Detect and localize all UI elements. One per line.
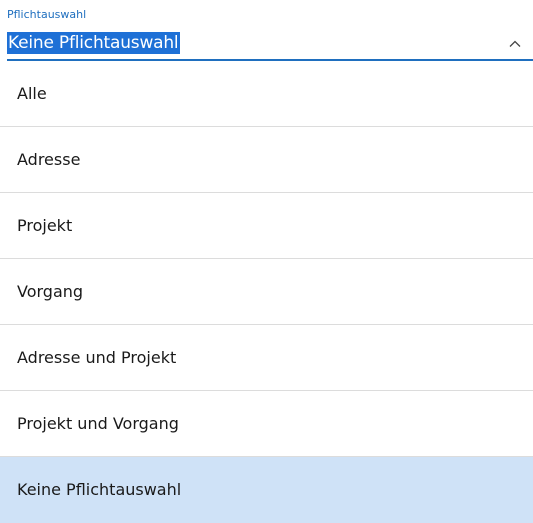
pflichtauswahl-dropdown[interactable]: Pflichtauswahl Keine Pflichtauswahl [0, 0, 533, 62]
option-adresse-und-projekt[interactable]: Adresse und Projekt [0, 325, 533, 391]
option-adresse[interactable]: Adresse [0, 127, 533, 193]
option-projekt[interactable]: Projekt [0, 193, 533, 259]
selected-value[interactable]: Keine Pflichtauswahl [7, 32, 181, 54]
dropdown-options-list: Alle Adresse Projekt Vorgang Adresse und… [0, 61, 533, 523]
option-projekt-und-vorgang[interactable]: Projekt und Vorgang [0, 391, 533, 457]
field-label: Pflichtauswahl [7, 8, 87, 21]
chevron-up-icon[interactable] [507, 36, 523, 52]
option-vorgang[interactable]: Vorgang [0, 259, 533, 325]
option-keine-pflichtauswahl[interactable]: Keine Pflichtauswahl [0, 457, 533, 523]
option-alle[interactable]: Alle [0, 61, 533, 127]
